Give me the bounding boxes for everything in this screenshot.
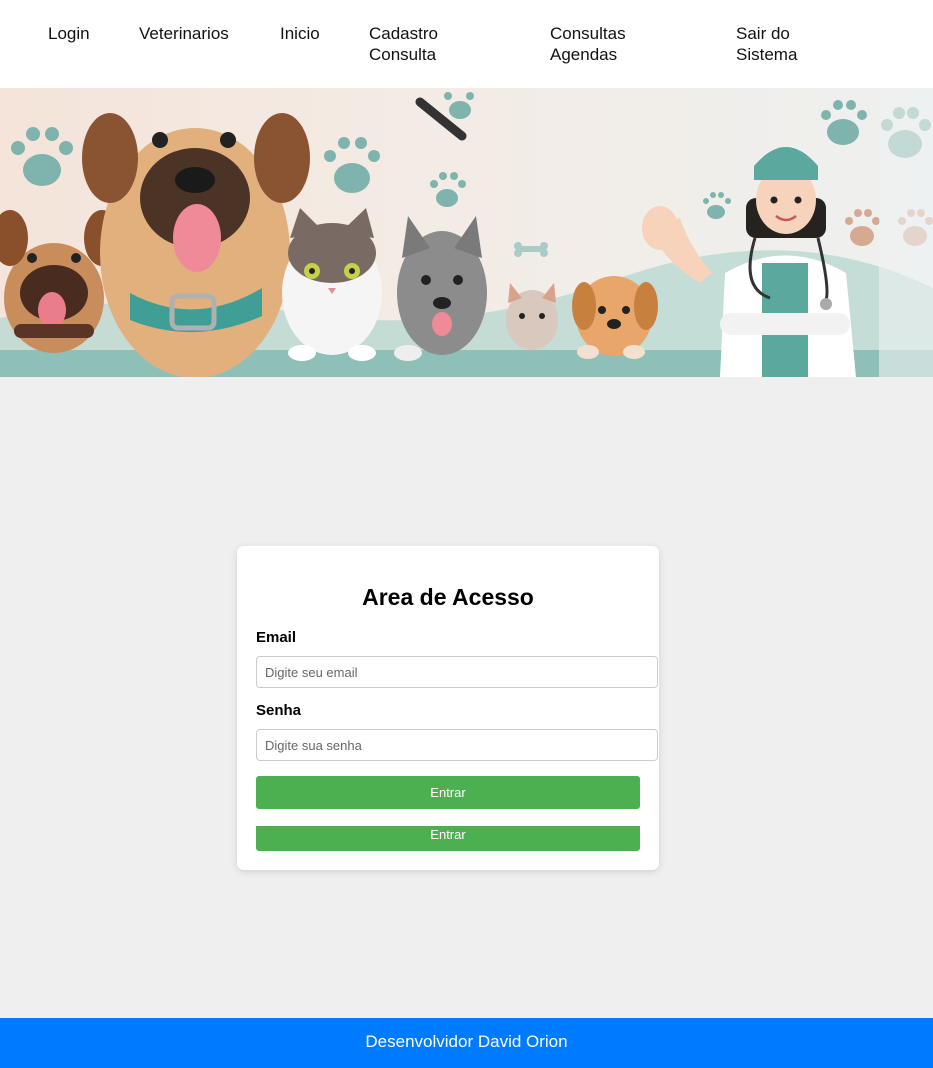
cat-icon xyxy=(506,283,558,350)
top-nav: Login Veterinarios Inicio Cadastro Consu… xyxy=(0,0,933,88)
nav-sair-label-1: Sair do xyxy=(736,24,790,43)
hero-banner-image xyxy=(0,88,933,377)
footer-credit-text: Desenvolvidor David Orion xyxy=(365,1032,568,1051)
nav-sair-label-2: Sistema xyxy=(736,45,798,64)
nav-sair-link[interactable]: Sair do Sistema xyxy=(736,23,797,65)
login-title: Area de Acesso xyxy=(362,584,534,610)
nav-veterinarios-label: Veterinarios xyxy=(139,24,229,43)
nav-login-link[interactable]: Login xyxy=(48,23,90,44)
nav-cadastro-label-2: Consulta xyxy=(369,45,437,64)
nav-inicio-link[interactable]: Inicio xyxy=(280,23,320,44)
footer: Desenvolvidor David Orion xyxy=(0,1018,933,1068)
password-label: Senha xyxy=(256,702,302,719)
nav-consultas-label-1: Consultas xyxy=(550,24,626,43)
banner-illustration xyxy=(0,88,933,377)
nav-veterinarios-link[interactable]: Veterinarios xyxy=(139,23,229,44)
submit-button[interactable]: Entrar xyxy=(256,776,640,809)
nav-inicio-label: Inicio xyxy=(280,24,320,43)
nav-cadastro-label-1: Cadastro xyxy=(369,24,438,43)
email-label: Email xyxy=(256,629,297,646)
nav-consultas-agendas-link[interactable]: Consultas Agendas xyxy=(550,23,626,65)
nav-consultas-label-2: Agendas xyxy=(550,45,618,64)
password-input[interactable] xyxy=(256,729,658,761)
email-input[interactable] xyxy=(256,656,658,688)
nav-cadastro-consulta-link[interactable]: Cadastro Consulta xyxy=(369,23,438,65)
nav-login-label: Login xyxy=(48,24,90,43)
